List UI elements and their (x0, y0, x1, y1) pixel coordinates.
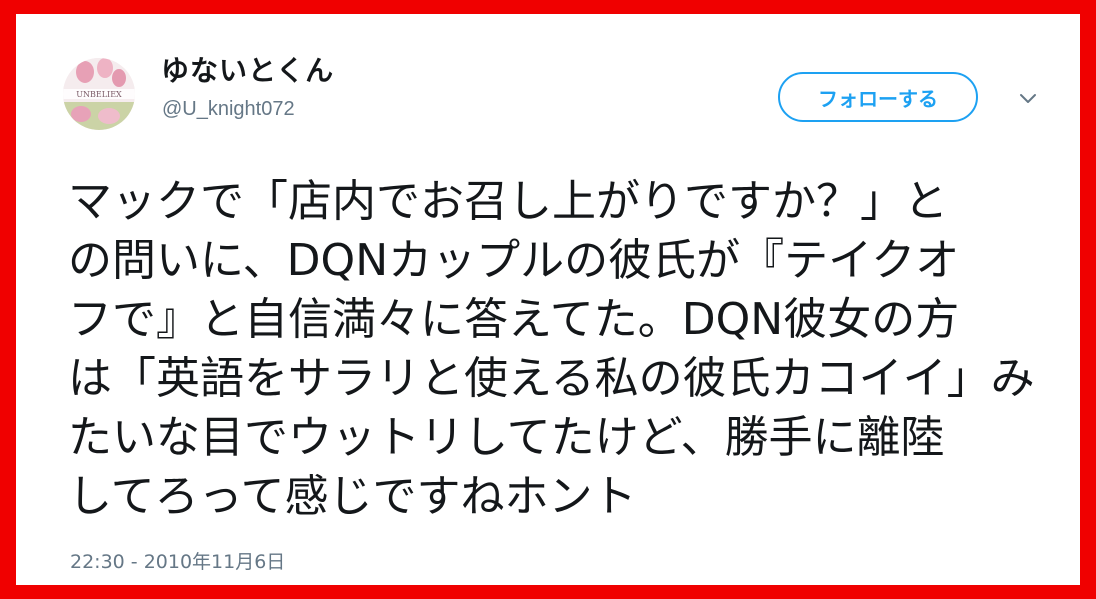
avatar[interactable]: UNBELIEX (63, 58, 135, 130)
tweet-timestamp[interactable]: 22:30 - 2010年11月6日 (70, 551, 285, 574)
chevron-down-icon[interactable] (1014, 84, 1042, 112)
tweet-text-line: たいな目でウットリしてたけど、勝手に離陸 (68, 412, 945, 463)
red-frame: UNBELIEX ゆないとくん @U_knight072 フォローする マックで… (0, 0, 1096, 599)
tweet-text-line: してろって感じですねホント (68, 471, 637, 522)
tweet-text-line: は「英語をサラリと使える私の彼氏カコイイ」み (68, 353, 1035, 404)
tweet-card: UNBELIEX ゆないとくん @U_knight072 フォローする マックで… (16, 14, 1080, 585)
tweet-text-line: の問いに、DQNカップルの彼氏が『テイクオ (68, 235, 960, 286)
tweet-text-line: マックで「店内でお召し上がりですか？」と (68, 176, 948, 227)
avatar-image: UNBELIEX (63, 58, 135, 130)
avatar-logo-text: UNBELIEX (76, 90, 122, 99)
tweet-text: マックで「店内でお召し上がりですか？」と の問いに、DQNカップルの彼氏が『テイ… (68, 172, 1058, 526)
author-handle[interactable]: @U_knight072 (162, 97, 295, 121)
tweet-text-line: フで』と自信満々に答えてた。DQN彼女の方 (68, 294, 960, 345)
author-display-name[interactable]: ゆないとくん (161, 54, 334, 88)
follow-button[interactable]: フォローする (778, 72, 978, 122)
